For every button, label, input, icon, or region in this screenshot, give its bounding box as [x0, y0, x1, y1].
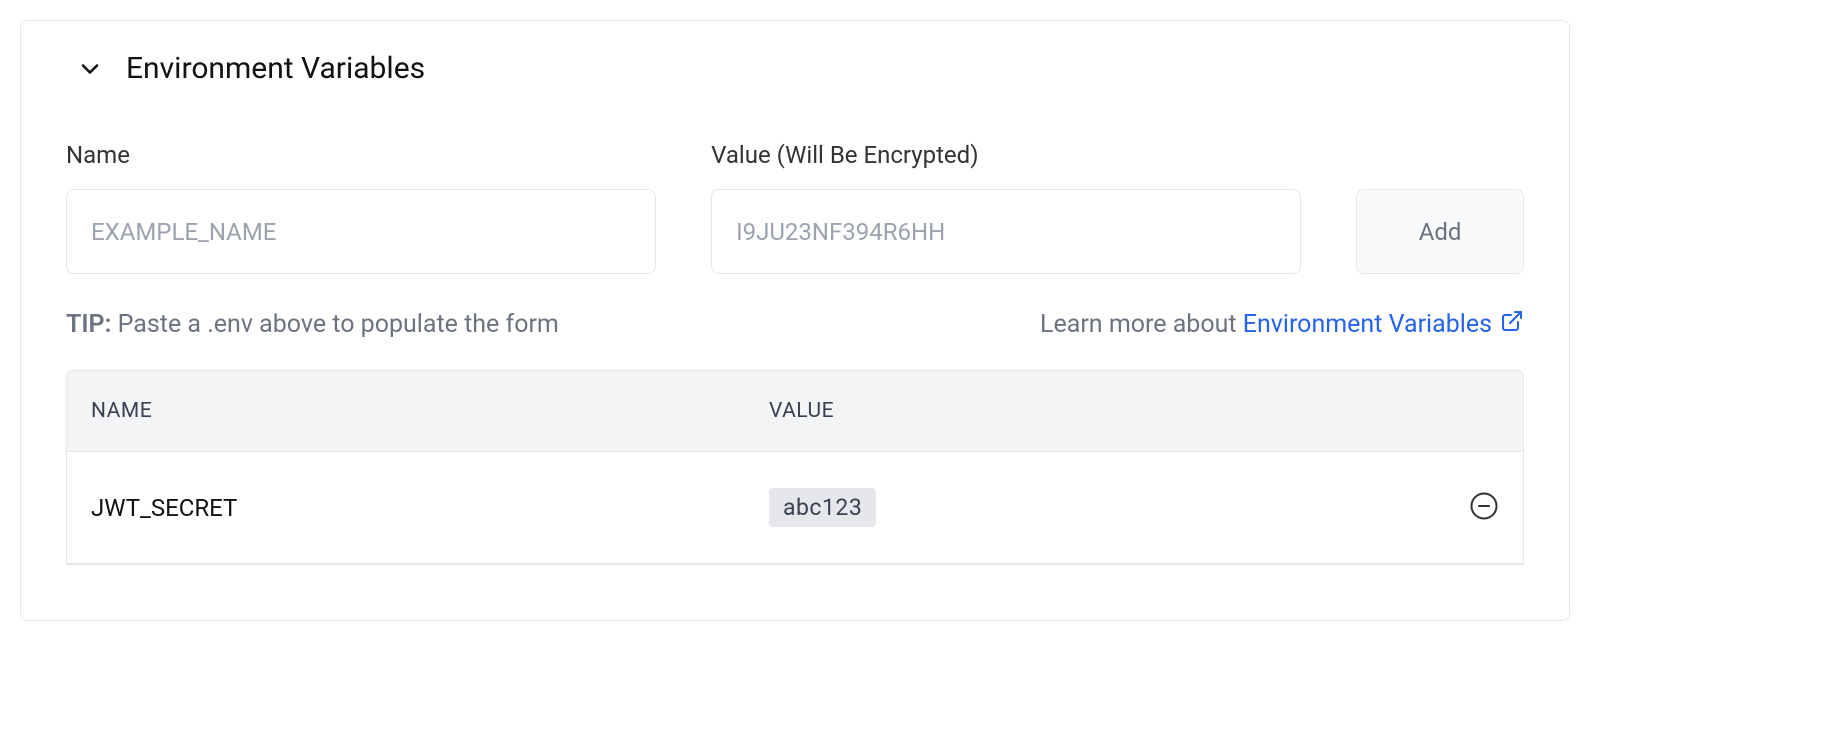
remove-button[interactable] — [1469, 491, 1499, 525]
tip-body: Paste a .env above to populate the form — [111, 310, 558, 339]
value-pill: abc123 — [769, 488, 876, 527]
value-field-label: Value (Will Be Encrypted) — [711, 141, 1301, 169]
tip-label: TIP: — [66, 310, 111, 339]
learn-more-text: Learn more about Environment Variables — [1040, 309, 1524, 340]
table-header-value: VALUE — [769, 399, 1499, 423]
table-row: JWT_SECRET abc123 — [67, 452, 1523, 564]
env-vars-table: NAME VALUE JWT_SECRET abc123 — [66, 370, 1524, 565]
name-field-label: Name — [66, 141, 656, 169]
add-button[interactable]: Add — [1356, 189, 1524, 274]
row-name-cell: JWT_SECRET — [91, 494, 769, 522]
name-field-group: Name — [66, 141, 656, 274]
panel-title: Environment Variables — [126, 51, 425, 86]
learn-more-prefix: Learn more about — [1040, 310, 1243, 339]
chevron-down-icon[interactable] — [76, 55, 104, 83]
env-vars-docs-link[interactable]: Environment Variables — [1243, 309, 1524, 340]
env-vars-panel: Environment Variables Name Value (Will B… — [20, 20, 1570, 621]
tip-row: TIP: Paste a .env above to populate the … — [66, 309, 1524, 340]
row-value-cell: abc123 — [769, 488, 1439, 527]
row-action-cell — [1439, 491, 1499, 525]
tip-text: TIP: Paste a .env above to populate the … — [66, 310, 559, 339]
value-input[interactable] — [711, 189, 1301, 274]
name-input[interactable] — [66, 189, 656, 274]
minus-circle-icon — [1469, 491, 1499, 525]
table-header-name: NAME — [91, 399, 769, 423]
env-var-form-row: Name Value (Will Be Encrypted) Add — [66, 141, 1524, 274]
panel-header: Environment Variables — [76, 51, 1524, 86]
external-link-icon — [1500, 309, 1524, 340]
table-header-row: NAME VALUE — [67, 371, 1523, 452]
learn-more-link-text: Environment Variables — [1243, 310, 1492, 339]
value-field-group: Value (Will Be Encrypted) — [711, 141, 1301, 274]
